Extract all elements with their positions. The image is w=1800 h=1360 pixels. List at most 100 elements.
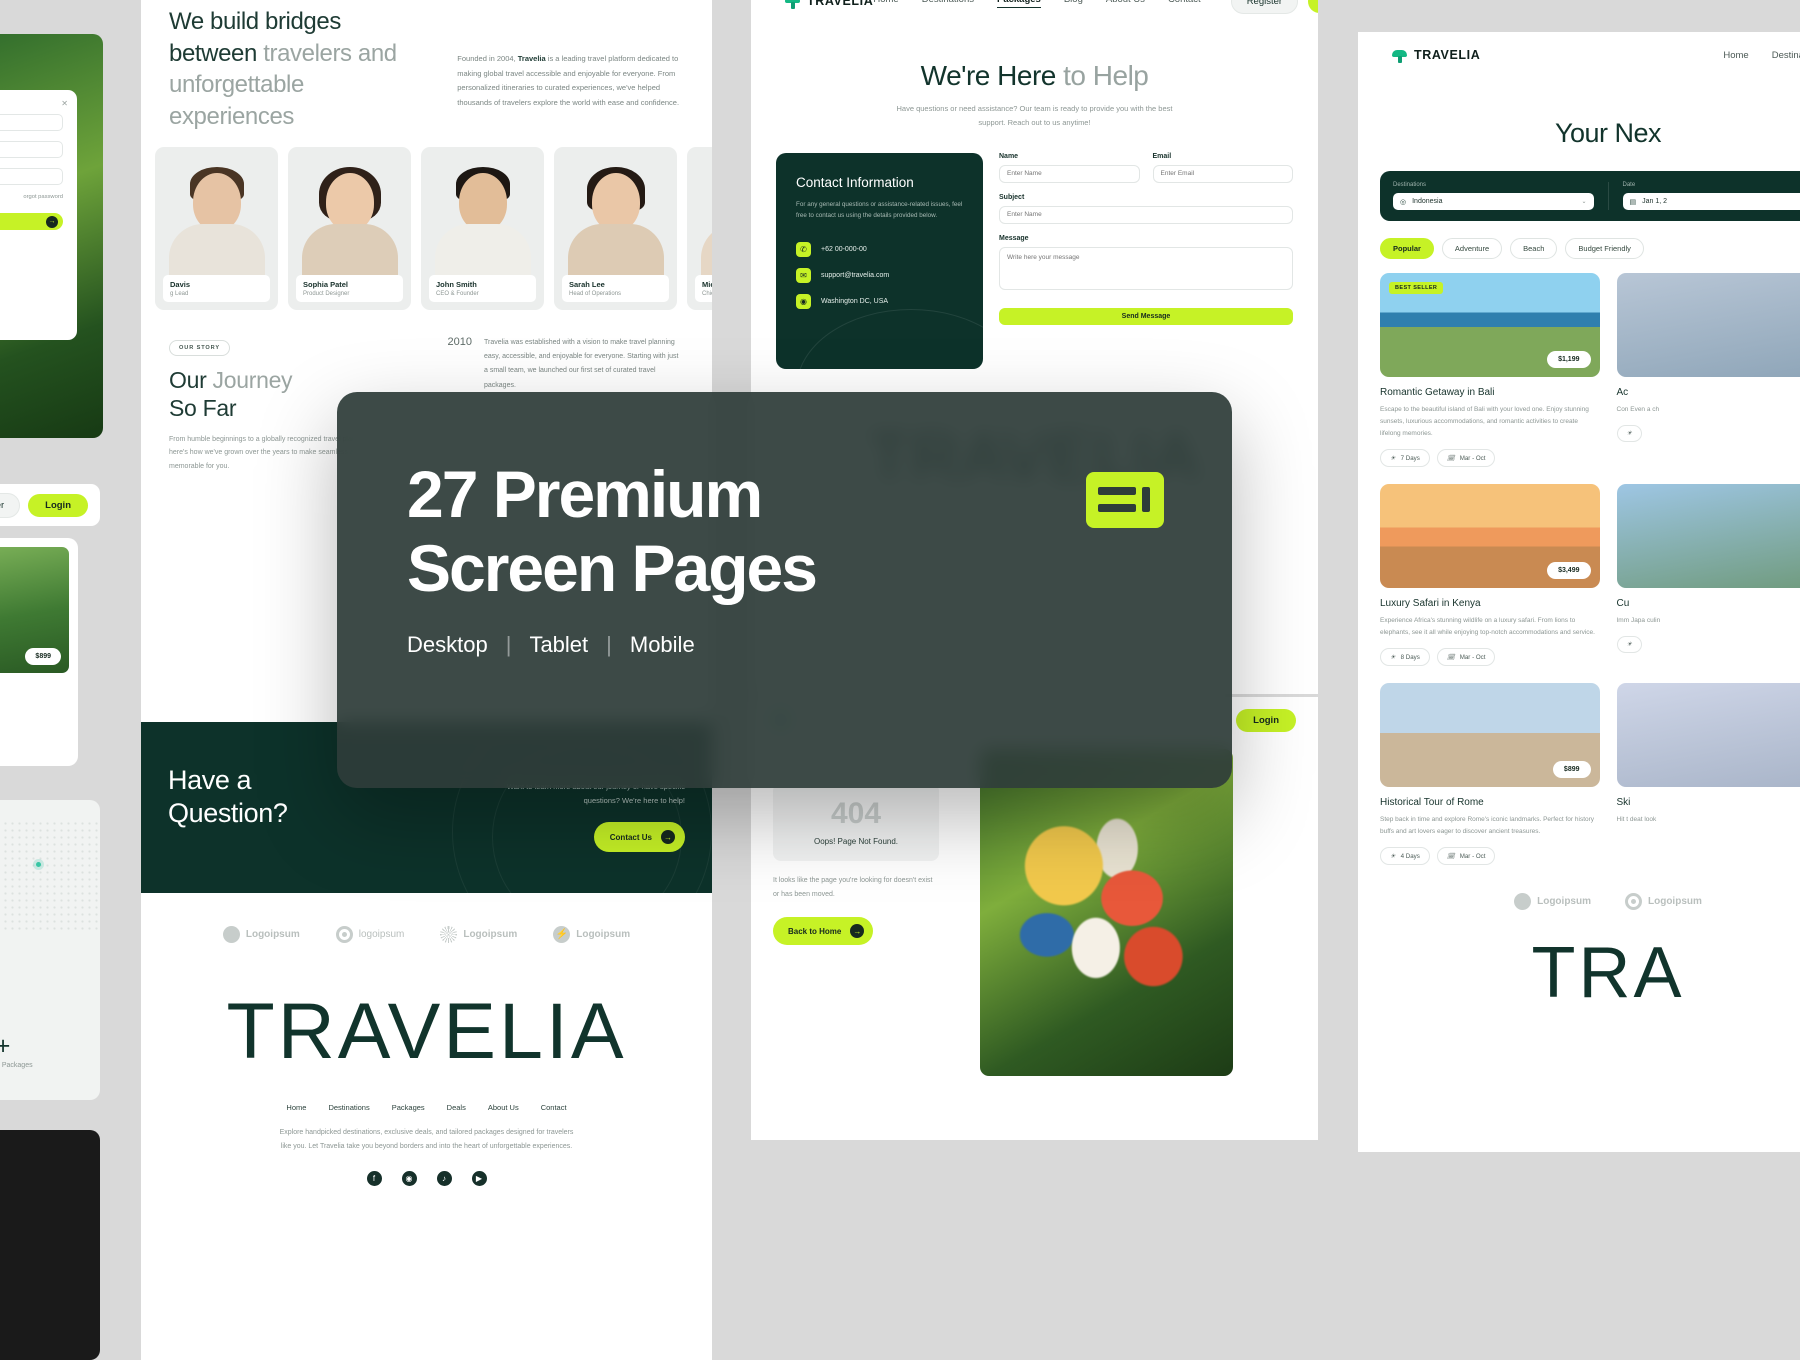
footer-link-destinations[interactable]: Destinations	[328, 1103, 369, 1112]
nav-item-about-us[interactable]: About Us	[1106, 0, 1145, 8]
team-card[interactable]: Michael Brown Chief Technology Officer	[687, 146, 712, 310]
subject-input[interactable]	[999, 205, 1293, 224]
footer-link-about-us[interactable]: About Us	[488, 1103, 519, 1112]
stat-number: 500+	[0, 1032, 11, 1060]
message-textarea[interactable]	[999, 246, 1293, 290]
nav-item-destinations[interactable]: Destinations	[922, 0, 974, 8]
nav-item-contact[interactable]: Contact	[1168, 0, 1201, 8]
sun-icon	[1627, 430, 1633, 437]
login-password-field[interactable]	[0, 141, 63, 158]
login-button-small[interactable]: Login	[28, 493, 88, 517]
season-label: Mar - Oct	[1459, 653, 1486, 661]
nav-actions: Register Login	[1230, 0, 1318, 14]
close-icon[interactable]: ✕	[61, 99, 68, 108]
login-email-field[interactable]	[0, 114, 63, 131]
tab-popular[interactable]: Popular	[1380, 238, 1434, 259]
login-button[interactable]: Login	[1308, 0, 1318, 13]
tab-budget-friendly[interactable]: Budget Friendly	[1565, 238, 1644, 259]
register-button-small[interactable]: gister	[0, 492, 21, 518]
instagram-icon[interactable]: ◉	[401, 1171, 417, 1187]
package-description: Experience Africa's stunning wildlife on…	[1380, 617, 1595, 637]
calendar-icon: ▤	[1629, 198, 1637, 206]
season-chip: Mar - Oct	[1436, 648, 1496, 667]
login-extra-field[interactable]	[0, 168, 63, 185]
about-heading-line1: We build bridges	[169, 8, 341, 35]
promo-overlay-modal: 27 Premium Screen Pages Desktop | Tablet…	[337, 392, 1232, 788]
package-card[interactable]: $3,499 Luxury Safari in Kenya Experience…	[1380, 484, 1600, 667]
footer-link-packages[interactable]: Packages	[392, 1103, 425, 1112]
tab-adventure[interactable]: Adventure	[1441, 238, 1503, 259]
season-chip: Mar - Oct	[1436, 847, 1496, 866]
about-heading-line2: between travelers and	[169, 38, 443, 70]
nav-item-packages[interactable]: Packages	[997, 0, 1041, 8]
package-card[interactable]: Ac Con Even a ch	[1616, 273, 1800, 467]
team-card[interactable]: Sarah Lee Head of Operations	[554, 146, 677, 310]
search-divider	[1607, 182, 1609, 210]
error-body: 404 Oops! Page Not Found. It looks like …	[751, 749, 1318, 1076]
package-title: Historical Tour of Rome	[1380, 797, 1484, 809]
team-name: John Smith	[436, 279, 477, 289]
login-submit-button[interactable]: →	[0, 213, 63, 230]
nav-item-home[interactable]: Home	[1723, 50, 1748, 61]
partner-logo: logoipsum	[335, 925, 405, 943]
team-name: Sophia Patel	[303, 279, 349, 289]
footer-link-contact[interactable]: Contact	[541, 1103, 567, 1112]
contact-page-nav: TRAVELIA Home Destinations Packages Blog…	[751, 0, 1318, 24]
price-badge: $899	[1552, 761, 1591, 779]
package-card[interactable]: Ski Hit t deat look	[1616, 683, 1800, 865]
team-card[interactable]: John Smith CEO & Founder	[421, 146, 544, 310]
tab-beach[interactable]: Beach	[1510, 238, 1558, 259]
duration-chip: 4 Days	[1380, 847, 1430, 866]
contact-row-location: ◉ Washington DC, USA	[796, 293, 963, 309]
brand-logo[interactable]: TRAVELIA	[785, 0, 873, 9]
contact-title-bold: We're Here	[920, 60, 1057, 91]
login-button[interactable]: Login	[1236, 708, 1296, 732]
packages-page-nav: TRAVELIA Home Destinations	[1358, 32, 1800, 78]
email-input[interactable]	[1152, 164, 1293, 183]
team-card[interactable]: Sophia Patel Product Designer	[288, 146, 411, 310]
message-label: Message	[999, 234, 1029, 242]
send-message-button[interactable]: Send Message	[999, 307, 1293, 325]
nav-item-blog[interactable]: Blog	[1064, 0, 1083, 8]
back-to-home-button[interactable]: Back to Home →	[773, 917, 874, 946]
package-title: Luxury Safari in Kenya	[1380, 598, 1481, 610]
date-select[interactable]: ▤ Jan 1, 2	[1622, 193, 1800, 210]
package-meta: 7 Days Mar - Oct	[1380, 449, 1600, 468]
package-card[interactable]: BEST SELLER $1,199 Romantic Getaway in B…	[1380, 273, 1600, 468]
kenya-safari-jeep-photo: $3,499	[1380, 484, 1600, 589]
register-button[interactable]: Register	[1230, 0, 1299, 14]
dragon-shape	[1000, 801, 1213, 1018]
packages-page: TRAVELIA Home Destinations Your Nex Dest…	[1358, 32, 1800, 1152]
brand-logo[interactable]: TRAVELIA	[1392, 48, 1480, 63]
tiktok-icon[interactable]: ♪	[436, 1171, 452, 1187]
about-heading-bold: between	[169, 39, 257, 67]
forgot-password-link[interactable]: orgot password	[0, 194, 63, 200]
destination-card-small[interactable]: $899 y quility in	[0, 538, 78, 766]
package-card[interactable]: $899 Historical Tour of Rome Step back i…	[1380, 683, 1600, 866]
facebook-icon[interactable]: f	[366, 1171, 382, 1187]
form-row-name-email: Name Email	[999, 153, 1293, 183]
partner-logo-label: logoipsum	[358, 928, 405, 940]
world-map-dots	[0, 820, 100, 930]
partner-logo: Logoipsum	[1625, 893, 1702, 911]
about-heading-line3: unforgettable	[169, 71, 304, 99]
footer-link-home[interactable]: Home	[286, 1103, 306, 1112]
best-seller-badge: BEST SELLER	[1389, 282, 1444, 294]
package-card[interactable]: Cu Imm Japa culin	[1616, 484, 1800, 666]
our-story-tag: OUR STORY	[169, 339, 231, 356]
footer-link-deals[interactable]: Deals	[447, 1103, 466, 1112]
modal-headline: 27 Premium Screen Pages	[407, 457, 1162, 606]
contact-us-button[interactable]: Contact Us →	[593, 822, 685, 852]
team-label: Sarah Lee Head of Operations	[562, 274, 669, 302]
destination-select[interactable]: ◎ Indonesia ⌄	[1393, 193, 1594, 210]
team-card[interactable]: Davis g Lead	[155, 146, 278, 310]
price-badge: $899	[25, 648, 61, 665]
location-icon: ◉	[796, 293, 811, 309]
nav-item-home[interactable]: Home	[873, 0, 898, 8]
team-name: Davis	[170, 279, 191, 289]
name-input[interactable]	[999, 164, 1140, 183]
nav-item-destinations[interactable]: Destinations	[1772, 50, 1800, 61]
youtube-icon[interactable]: ▶	[471, 1171, 487, 1187]
packages-partner-logos: Logoipsum Logoipsum	[1358, 893, 1800, 911]
calendar-icon	[1447, 653, 1455, 661]
